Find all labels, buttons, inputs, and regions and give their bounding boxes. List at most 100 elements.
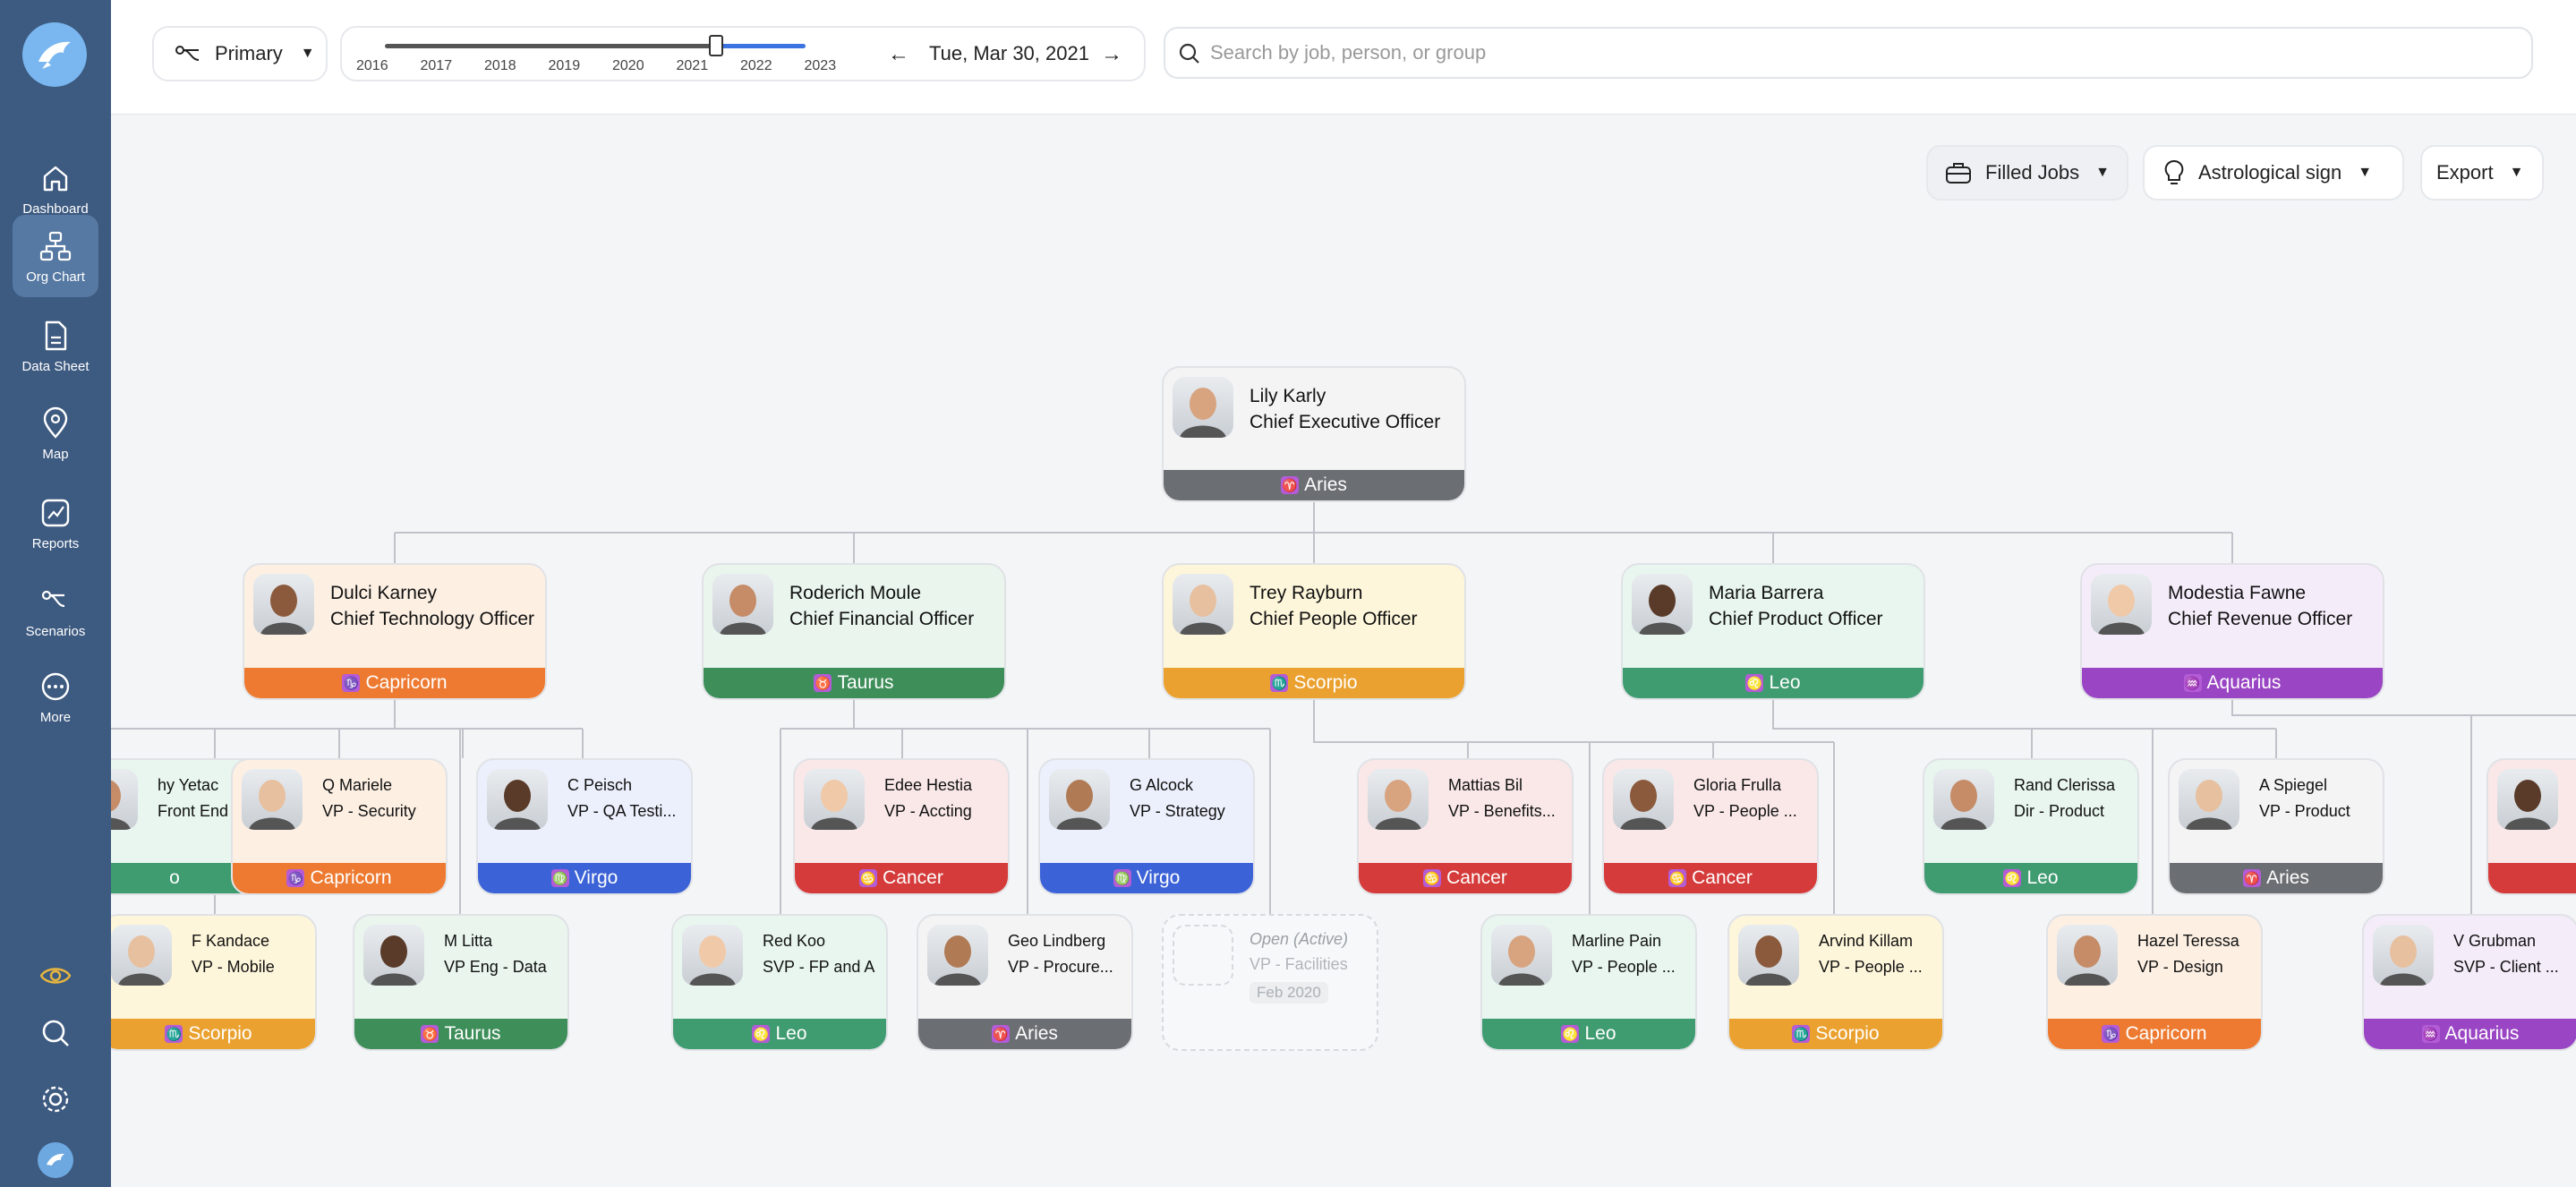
astrological-sign-band: ♋ Cancer bbox=[1604, 863, 1817, 893]
zodiac-scorpio-icon: ♏ bbox=[1270, 674, 1289, 692]
nav-data-sheet[interactable]: Data Sheet bbox=[13, 304, 98, 387]
year-label[interactable]: 2017 bbox=[421, 58, 453, 74]
job-title: Chief Technology Officer bbox=[330, 609, 535, 629]
chart-icon bbox=[41, 499, 70, 526]
astrological-sign-band: ♌ Leo bbox=[1924, 863, 2137, 893]
arrow-right-icon[interactable]: → bbox=[1101, 42, 1122, 67]
avatar bbox=[1632, 574, 1693, 635]
sign-label: Aquarius bbox=[2444, 1023, 2520, 1044]
search-icon bbox=[1179, 43, 1199, 64]
sign-label: Virgo bbox=[574, 867, 618, 888]
arrow-left-icon[interactable]: ← bbox=[888, 42, 909, 67]
person-card[interactable]: G Alcock VP - Strategy ♍ Virgo bbox=[1038, 758, 1255, 895]
person-name: V Grubman bbox=[2453, 932, 2537, 950]
person-card[interactable]: C Peisch VP - QA Testi... ♍ Virgo bbox=[476, 758, 693, 895]
eye-icon[interactable] bbox=[38, 958, 73, 994]
avatar bbox=[682, 925, 743, 986]
open-date-badge: Feb 2020 bbox=[1250, 982, 1328, 1003]
nav-map[interactable]: Map bbox=[13, 392, 98, 474]
zodiac-scorpio-icon: ♏ bbox=[1792, 1025, 1811, 1043]
person-card[interactable]: Dulci Karney Chief Technology Officer ♑ Cap… bbox=[243, 563, 547, 700]
astrological-sign-band: ♌ Leo bbox=[1623, 668, 1923, 698]
open-job-card[interactable]: Open (Active) VP - Facilities Feb 2020 bbox=[1162, 914, 1378, 1051]
person-name: Q Mariele bbox=[322, 776, 393, 794]
person-card[interactable]: Roderich Moule Chief Financial Officer ♉ Ta… bbox=[702, 563, 1006, 700]
timeline-slider-handle[interactable] bbox=[709, 35, 723, 56]
person-card[interactable]: Q Mariele VP - Security ♑ Capricorn bbox=[231, 758, 448, 895]
astrological-sign-band: ♉ Taurus bbox=[704, 668, 1004, 698]
person-card[interactable]: Red Koo SVP - FP and A ♌ Leo bbox=[671, 914, 888, 1051]
job-title: SVP - FP and A bbox=[763, 958, 875, 976]
user-avatar[interactable] bbox=[38, 1142, 73, 1178]
search-input[interactable]: Search by job, person, or group bbox=[1164, 27, 2533, 79]
nav-reports[interactable]: Reports bbox=[13, 482, 98, 564]
year-label[interactable]: 2022 bbox=[740, 58, 772, 74]
sign-label: Aries bbox=[1015, 1023, 1058, 1044]
person-card[interactable]: Geo Lindberg VP - Procure... ♈ Aries bbox=[917, 914, 1133, 1051]
job-title: VP - Product bbox=[2259, 802, 2350, 820]
org-chart-canvas[interactable]: Filled Jobs ▼ Astrological sign ▼ Export… bbox=[111, 115, 2576, 1187]
person-card[interactable]: Maria Barrera Chief Product Officer ♌ Leo bbox=[1621, 563, 1925, 700]
person-photo-icon bbox=[689, 935, 736, 986]
year-label[interactable]: 2016 bbox=[356, 58, 388, 74]
person-card[interactable]: Rand Clerissa Dir - Product ♌ Leo bbox=[1923, 758, 2139, 895]
year-label[interactable]: 2020 bbox=[612, 58, 644, 74]
zodiac-capricorn-icon: ♑ bbox=[342, 674, 361, 692]
sign-label: Cancer bbox=[1692, 867, 1753, 888]
avatar bbox=[111, 925, 172, 986]
nav-org-chart[interactable]: Org Chart bbox=[13, 215, 98, 297]
org-chart-icon bbox=[39, 231, 72, 260]
person-name: G Alcock bbox=[1130, 776, 1194, 794]
gear-icon[interactable] bbox=[38, 1081, 73, 1117]
person-card[interactable]: Arvind Killam VP - People ... ♏ Scorpio bbox=[1727, 914, 1944, 1051]
zodiac-aquarius-icon: ♒ bbox=[2421, 1025, 2440, 1043]
astrological-sign-band: ♏ Scorpio bbox=[111, 1019, 315, 1049]
person-name: Rand Clerissa bbox=[2014, 776, 2116, 794]
person-card[interactable]: Mattias Bil VP - Benefits... ♋ Cancer bbox=[1357, 758, 1574, 895]
person-photo-icon bbox=[2064, 935, 2111, 986]
person-card[interactable]: A Spiegel VP - Product ♈ Aries bbox=[2168, 758, 2384, 895]
person-card[interactable]: Gloria Frulla VP - People ... ♋ Cancer bbox=[1602, 758, 1819, 895]
person-card[interactable]: F Kandace VP - Mobile ♏ Scorpio bbox=[111, 914, 317, 1051]
zodiac-cancer-icon: ♋ bbox=[859, 869, 878, 887]
app-logo[interactable] bbox=[22, 22, 87, 87]
avatar bbox=[712, 574, 773, 635]
person-card[interactable]: Hazel Teressa VP - Design ♑ Capricorn bbox=[2046, 914, 2263, 1051]
avatar bbox=[1368, 769, 1429, 830]
zodiac-capricorn-icon: ♑ bbox=[2102, 1025, 2120, 1043]
scenario-dropdown[interactable]: Primary ▼ bbox=[152, 26, 328, 81]
astrological-sign-band: ♒ Aquarius bbox=[2082, 668, 2383, 698]
zodiac-virgo-icon: ♍ bbox=[550, 869, 569, 887]
dolphin-avatar-icon bbox=[47, 1153, 64, 1166]
person-photo-icon bbox=[1180, 585, 1226, 635]
person-name: F Kandace bbox=[192, 932, 270, 950]
sign-label: Taurus bbox=[837, 672, 894, 693]
person-card[interactable]: Trey Rayburn Chief People Officer ♏ Scorpio bbox=[1162, 563, 1466, 700]
job-title: VP - Mobile bbox=[192, 958, 275, 976]
job-title: VP - Security bbox=[322, 802, 416, 820]
avatar bbox=[1613, 769, 1674, 830]
person-card[interactable] bbox=[2486, 758, 2576, 895]
scenarios-icon bbox=[175, 46, 200, 61]
person-card[interactable]: Marline Pain VP - People ... ♌ Leo bbox=[1480, 914, 1697, 1051]
search-icon[interactable] bbox=[38, 1015, 73, 1051]
nav-label: Dashboard bbox=[22, 201, 89, 217]
person-card[interactable]: Modestia Fawne Chief Revenue Officer ♒ Aqua… bbox=[2080, 563, 2384, 700]
avatar bbox=[2497, 769, 2558, 830]
nav-scenarios[interactable]: Scenarios bbox=[13, 569, 98, 652]
astrological-sign-band: ♒ Aquarius bbox=[2364, 1019, 2576, 1049]
person-card[interactable]: M Litta VP Eng - Data ♉ Taurus bbox=[353, 914, 569, 1051]
year-label[interactable]: 2021 bbox=[677, 58, 709, 74]
job-title: VP - People ... bbox=[1572, 958, 1676, 976]
avatar bbox=[111, 769, 138, 830]
year-label[interactable]: 2023 bbox=[805, 58, 837, 74]
year-label[interactable]: 2018 bbox=[484, 58, 516, 74]
person-card[interactable]: Lily Karly Chief Executive Officer ♈ Aries bbox=[1162, 366, 1466, 502]
job-title: Chief Executive Officer bbox=[1250, 412, 1441, 432]
nav-more[interactable]: More bbox=[13, 655, 98, 738]
person-card[interactable]: V Grubman SVP - Client ... ♒ Aquarius bbox=[2362, 914, 2576, 1051]
person-photo-icon bbox=[1745, 935, 1792, 986]
job-title: Dir - Product bbox=[2014, 802, 2105, 820]
person-card[interactable]: Edee Hestia VP - Accting ♋ Cancer bbox=[793, 758, 1010, 895]
year-label[interactable]: 2019 bbox=[549, 58, 581, 74]
